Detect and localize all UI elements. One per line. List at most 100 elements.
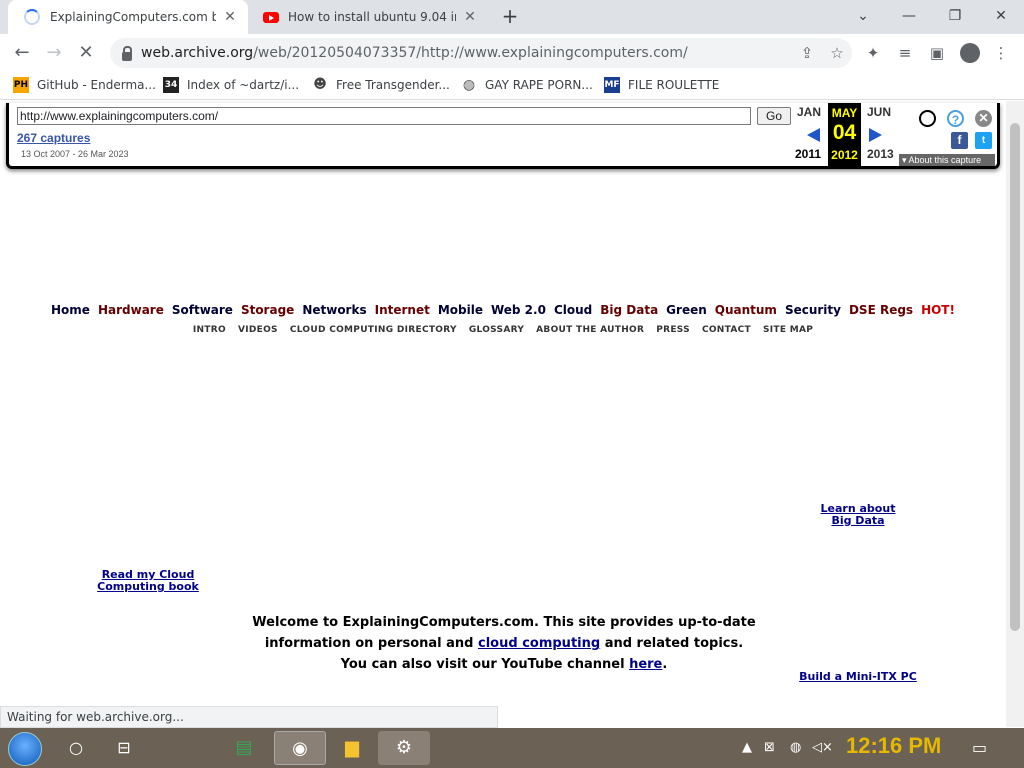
subnav-item-about-the-author[interactable]: ABOUT THE AUTHOR (536, 325, 644, 335)
next-month[interactable]: JUN (867, 105, 891, 119)
nav-item-storage[interactable]: Storage (241, 303, 294, 317)
close-window-button[interactable]: ✕ (986, 4, 1016, 28)
next-year: 2013 (867, 147, 894, 161)
maximize-button[interactable]: ❐ (940, 4, 970, 28)
browser-toolbar: ← → ✕ web.archive.org/web/20120504073357… (0, 34, 1024, 72)
wayback-go-button[interactable]: Go (757, 107, 791, 125)
menu-icon[interactable]: ⋮ (990, 44, 1012, 64)
wayback-url-input[interactable]: http://www.explainingcomputers.com/ (17, 107, 751, 125)
minimize-button[interactable]: — (894, 4, 924, 28)
task-view-icon[interactable]: ⊟ (100, 731, 148, 765)
forward-button[interactable]: → (41, 40, 67, 66)
bookmark-label: Free Transgender... (336, 78, 450, 92)
share-icon[interactable]: ⇪ (792, 44, 822, 62)
close-toolbar-icon[interactable]: ✕ (975, 110, 992, 127)
nav-item-hot[interactable]: HOT! (921, 303, 955, 317)
volume-muted-icon[interactable]: ◁× (812, 740, 833, 755)
settings-gear-icon[interactable]: ⚙ (378, 731, 430, 765)
nav-item-software[interactable]: Software (172, 303, 233, 317)
nav-item-quantum[interactable]: Quantum (715, 303, 777, 317)
nav-item-security[interactable]: Security (785, 303, 841, 317)
vertical-scrollbar[interactable] (1006, 101, 1024, 727)
bookmark-index[interactable]: 34 Index of ~dartz/i... (163, 77, 299, 93)
twitter-icon[interactable]: t (975, 132, 992, 149)
prev-month[interactable]: JAN (797, 105, 821, 119)
clock[interactable]: 12:16 PM (846, 733, 941, 759)
sheets-icon[interactable]: ▤ (220, 731, 268, 765)
tab-close-icon[interactable]: ✕ (462, 9, 478, 25)
chrome-icon[interactable]: ◉ (274, 731, 326, 765)
subnav-item-contact[interactable]: CONTACT (702, 325, 751, 335)
tab-close-icon[interactable]: ✕ (222, 9, 238, 25)
mf-icon: MF (604, 77, 620, 93)
subnav-item-press[interactable]: PRESS (656, 325, 690, 335)
tab-search-button[interactable]: ⌄ (848, 4, 878, 28)
subnav-item-videos[interactable]: VIDEOS (238, 325, 278, 335)
subnav-item-site-map[interactable]: SITE MAP (763, 325, 813, 335)
address-url[interactable]: web.archive.org/web/20120504073357/http:… (141, 45, 792, 61)
cortana-icon[interactable]: ○ (52, 731, 100, 765)
network-icon[interactable]: ⊠ (764, 740, 775, 755)
nav-item-green[interactable]: Green (666, 303, 707, 317)
nav-item-mobile[interactable]: Mobile (438, 303, 483, 317)
current-capture: MAY 04 2012 (828, 103, 861, 166)
cloud-computing-link[interactable]: cloud computing (478, 636, 600, 651)
bookmark-star-icon[interactable]: ☆ (822, 44, 852, 62)
nav-item-cloud[interactable]: Cloud (554, 303, 592, 317)
next-capture-arrow-icon[interactable] (869, 128, 882, 142)
file-explorer-icon[interactable]: ▆ (326, 731, 378, 765)
subnav-item-cloud-computing-directory[interactable]: CLOUD COMPUTING DIRECTORY (290, 325, 457, 335)
current-day: 04 (832, 121, 857, 144)
nav-item-big-data[interactable]: Big Data (600, 303, 658, 317)
notifications-icon[interactable]: ▭ (972, 738, 987, 757)
youtube-here-link[interactable]: here (629, 657, 662, 672)
mini-itx-link[interactable]: Build a Mini-ITX PC (788, 671, 928, 683)
help-icon[interactable]: ? (947, 110, 964, 127)
media-control-icon[interactable]: ≡ (894, 44, 916, 64)
cloud-book-link[interactable]: Read my Cloud Computing book (88, 569, 208, 593)
bookmark-globe[interactable]: ◍ GAY RAPE PORN... (461, 77, 593, 93)
mask-icon: ☻ (313, 77, 327, 92)
bookmark-label: FILE ROULETTE (628, 78, 720, 92)
facebook-icon[interactable]: f (951, 132, 968, 149)
bookmark-file-roulette[interactable]: MF FILE ROULETTE (604, 77, 719, 93)
subnav-item-intro[interactable]: INTRO (193, 325, 226, 335)
youtube-icon (263, 11, 279, 23)
index-icon: 34 (163, 77, 179, 93)
new-tab-button[interactable]: + (498, 4, 522, 28)
about-capture-button[interactable]: ▾ About this capture (899, 154, 995, 166)
bookmark-label: GitHub - Enderma... (37, 78, 156, 92)
bookmark-github[interactable]: PH GitHub - Enderma... (13, 77, 156, 93)
profile-avatar[interactable] (960, 43, 980, 63)
lock-icon[interactable] (122, 45, 132, 61)
loading-spinner-icon (24, 9, 40, 25)
current-year: 2012 (831, 148, 858, 162)
tab-explainingcomputers[interactable]: ExplainingComputers.com by Ch ✕ (8, 0, 248, 34)
language-globe-icon[interactable]: ◍ (790, 740, 801, 755)
prev-year: 2011 (795, 147, 822, 161)
welcome-text: Welcome to ExplainingComputers.com. This… (252, 615, 756, 672)
extensions-icon[interactable]: ✦ (862, 44, 884, 64)
start-button[interactable] (8, 732, 42, 766)
scrollbar-thumb[interactable] (1010, 123, 1020, 631)
nav-item-home[interactable]: Home (51, 303, 90, 317)
user-account-icon[interactable] (919, 110, 936, 127)
stop-button[interactable]: ✕ (73, 40, 99, 66)
big-data-link[interactable]: Learn about Big Data (808, 503, 908, 527)
nav-item-networks[interactable]: Networks (302, 303, 366, 317)
subnav-item-glossary[interactable]: GLOSSARY (469, 325, 524, 335)
tab-youtube[interactable]: How to install ubuntu 9.04 in v ✕ (250, 0, 488, 34)
nav-item-internet[interactable]: Internet (375, 303, 430, 317)
address-bar[interactable]: web.archive.org/web/20120504073357/http:… (110, 38, 852, 68)
bookmark-transgender[interactable]: ☻ Free Transgender... (312, 77, 450, 93)
back-button[interactable]: ← (9, 40, 35, 66)
nav-item-dse-regs[interactable]: DSE Regs (849, 303, 913, 317)
wayback-toolbar: http://www.explainingcomputers.com/ Go 2… (6, 103, 1000, 169)
tray-chevron-icon[interactable]: ▲ (742, 740, 752, 755)
captures-link[interactable]: 267 captures (17, 131, 90, 145)
nav-item-hardware[interactable]: Hardware (98, 303, 164, 317)
tab-title: ExplainingComputers.com by Ch (50, 10, 216, 24)
prev-capture-arrow-icon[interactable] (807, 128, 820, 142)
nav-item-web-2-0[interactable]: Web 2.0 (491, 303, 546, 317)
side-panel-icon[interactable]: ▣ (926, 44, 948, 64)
